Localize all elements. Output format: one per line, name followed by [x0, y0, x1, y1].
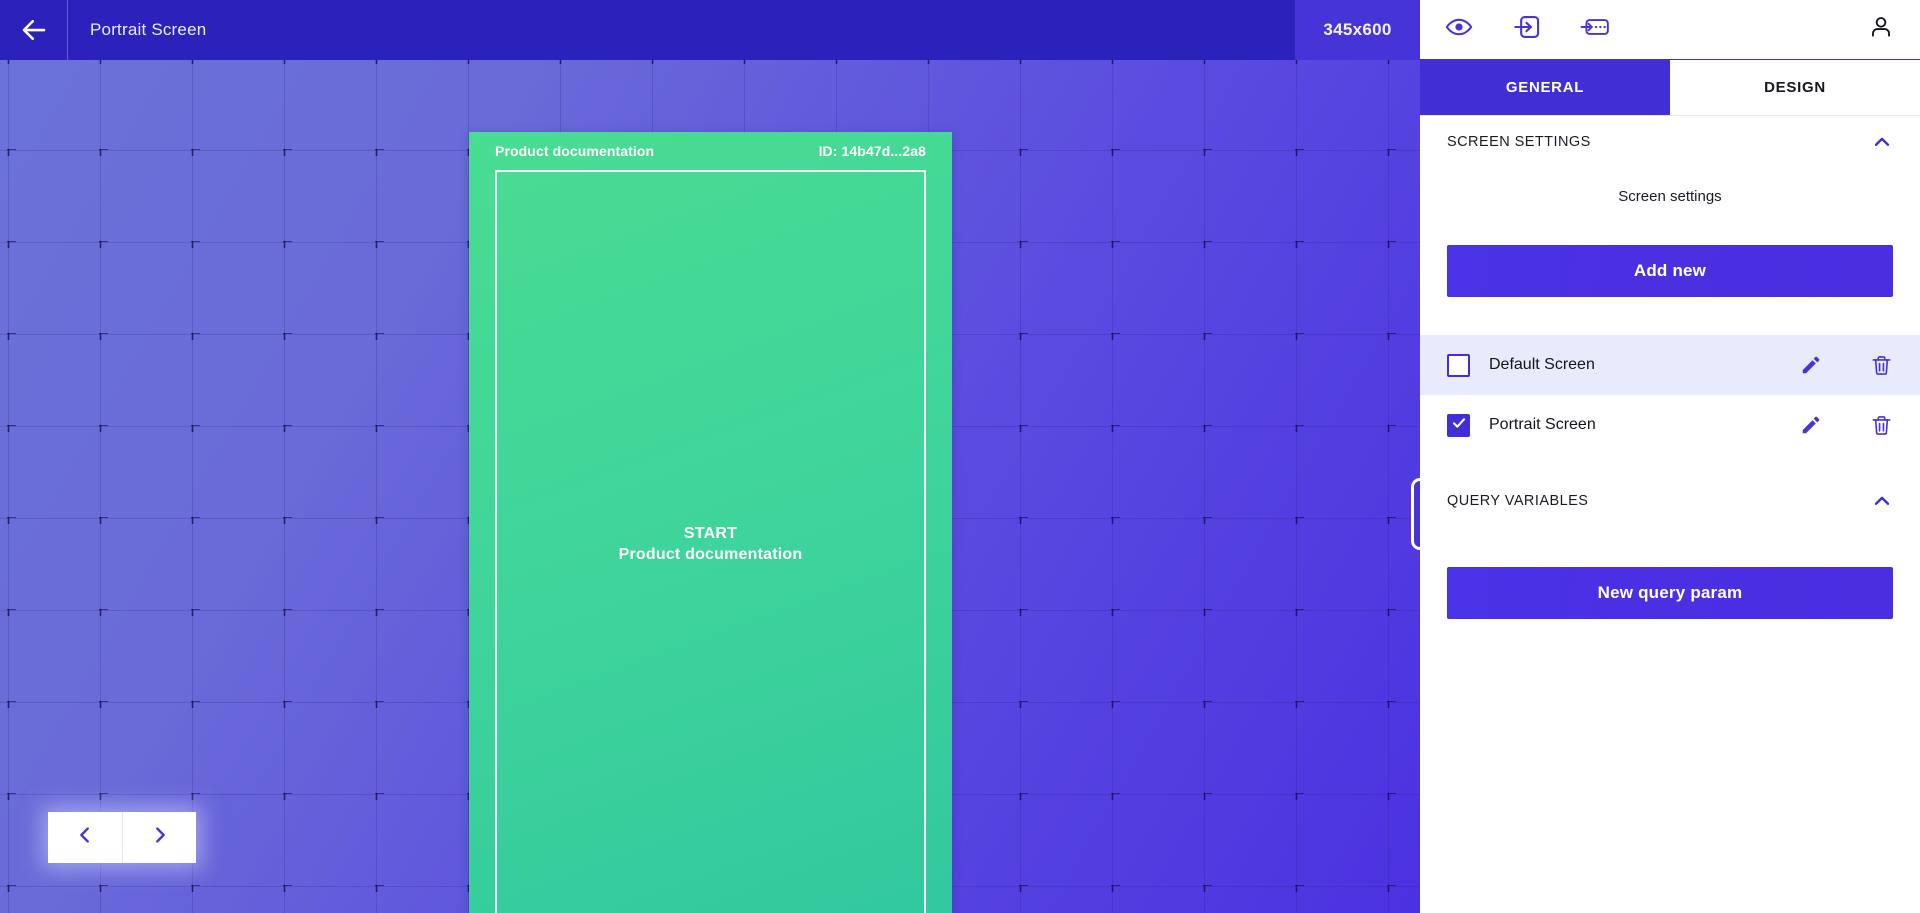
- preview-eye-icon: [1445, 13, 1473, 46]
- arrow-left-icon: [19, 15, 49, 45]
- screen-row-label: Portrait Screen: [1489, 416, 1596, 433]
- pencil-icon[interactable]: [1799, 353, 1823, 377]
- screen-preview-card[interactable]: Product documentation ID: 14b47d...2a8 S…: [469, 132, 952, 913]
- screen-card-start-label: START: [683, 524, 738, 542]
- open-screen-button[interactable]: [1510, 13, 1544, 47]
- app-root: Portrait Screen 345x600 Product document…: [0, 0, 1920, 913]
- user-account-icon: [1868, 14, 1894, 45]
- new-query-param-button[interactable]: New query param: [1447, 567, 1893, 619]
- screen-card-header: Product documentation ID: 14b47d...2a8: [469, 132, 952, 170]
- chevron-right-icon: [149, 824, 171, 851]
- screen-card-body[interactable]: START Product documentation: [495, 170, 926, 913]
- trash-icon[interactable]: [1869, 353, 1893, 377]
- screen-row-portrait[interactable]: Portrait Screen: [1420, 395, 1920, 455]
- panel-resize-handle[interactable]: [1411, 478, 1420, 550]
- dimensions-badge[interactable]: 345x600: [1295, 0, 1420, 60]
- add-new-button[interactable]: Add new: [1447, 245, 1893, 297]
- account-button[interactable]: [1864, 13, 1898, 47]
- screen-checkbox-default[interactable]: [1447, 353, 1470, 377]
- screen-settings-title: SCREEN SETTINGS: [1447, 134, 1591, 150]
- canvas-pager: [48, 812, 196, 863]
- screen-checkbox-portrait[interactable]: [1447, 413, 1470, 437]
- back-button[interactable]: [0, 0, 68, 60]
- screen-settings-subtitle: Screen settings: [1618, 188, 1722, 205]
- tab-general[interactable]: GENERAL: [1420, 60, 1670, 115]
- panel-tabs: GENERAL DESIGN: [1420, 60, 1920, 116]
- enter-screen-icon: [1513, 13, 1541, 46]
- pager-prev-button[interactable]: [48, 812, 122, 863]
- editor-column: Portrait Screen 345x600 Product document…: [0, 0, 1420, 913]
- chevron-up-icon[interactable]: [1871, 490, 1893, 512]
- screen-row-label: Default Screen: [1489, 356, 1595, 373]
- panel-toolbar: [1420, 0, 1920, 60]
- enter-screen-params-icon: [1580, 13, 1610, 46]
- screen-settings-header[interactable]: SCREEN SETTINGS: [1420, 116, 1920, 168]
- screen-card-title: Product documentation: [495, 143, 655, 159]
- chevron-left-icon: [74, 824, 96, 851]
- open-screen-with-params-button[interactable]: [1578, 13, 1612, 47]
- pencil-icon[interactable]: [1799, 413, 1823, 437]
- screen-row-default[interactable]: Default Screen: [1420, 335, 1920, 395]
- checkmark-icon: [1451, 415, 1467, 436]
- preview-button[interactable]: [1442, 13, 1476, 47]
- right-panel: GENERAL DESIGN SCREEN SETTINGS Screen se…: [1420, 0, 1920, 913]
- trash-icon[interactable]: [1869, 413, 1893, 437]
- main-layout: Portrait Screen 345x600 Product document…: [0, 0, 1920, 913]
- screen-card-center-text: START Product documentation: [619, 523, 803, 565]
- screen-card-id: ID: 14b47d...2a8: [818, 143, 926, 159]
- tab-design[interactable]: DESIGN: [1670, 60, 1920, 115]
- screen-row-actions: [1799, 413, 1893, 437]
- page-title: Portrait Screen: [90, 20, 207, 39]
- design-canvas[interactable]: Product documentation ID: 14b47d...2a8 S…: [0, 60, 1420, 913]
- screen-list: Default Screen Portrait Screen: [1420, 335, 1920, 455]
- query-variables-title: QUERY VARIABLES: [1447, 493, 1589, 509]
- top-bar: Portrait Screen 345x600: [0, 0, 1420, 60]
- screen-card-name-label: Product documentation: [618, 545, 803, 563]
- query-variables-header[interactable]: QUERY VARIABLES: [1420, 475, 1920, 527]
- chevron-up-icon[interactable]: [1871, 131, 1893, 153]
- screen-row-actions: [1799, 353, 1893, 377]
- pager-next-button[interactable]: [122, 812, 196, 863]
